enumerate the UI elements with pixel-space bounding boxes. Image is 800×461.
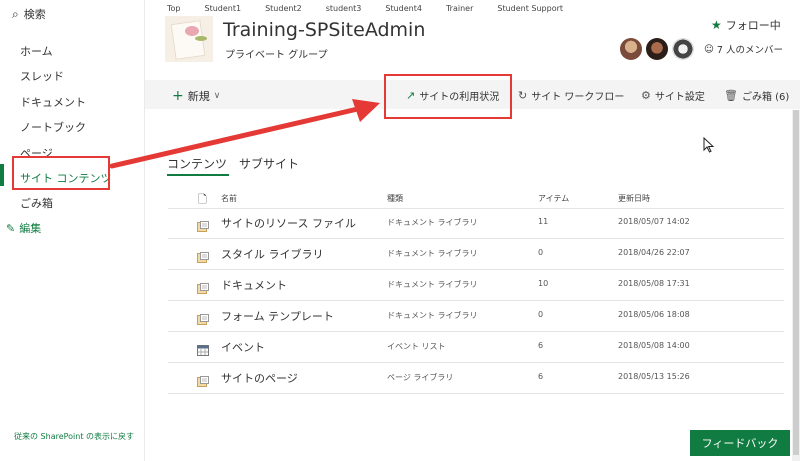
list-item-modified: 2018/05/06 18:08: [618, 310, 690, 319]
tab-selected-underline: [167, 174, 229, 176]
column-header-name[interactable]: 名前: [221, 193, 237, 204]
tab-contents[interactable]: コンテンツ: [167, 155, 227, 172]
row-divider: [168, 331, 784, 332]
scrollbar-thumb[interactable]: [793, 110, 799, 455]
row-divider: [168, 269, 784, 270]
library-icon: [197, 279, 209, 294]
library-icon: [197, 248, 209, 263]
calendar-icon: [197, 341, 209, 356]
row-divider: [168, 238, 784, 239]
nav-item-home[interactable]: ホーム: [20, 43, 53, 59]
search-box[interactable]: ⌕ 検索: [12, 6, 46, 22]
row-divider: [168, 393, 784, 394]
site-logo[interactable]: [165, 16, 213, 62]
follow-button[interactable]: ★ フォロー中: [711, 17, 781, 33]
list-item-count: 10: [538, 279, 549, 288]
library-icon: [197, 372, 209, 387]
nav-item-threads[interactable]: スレッド: [20, 68, 64, 84]
new-button[interactable]: + 新規 ∨: [172, 88, 220, 104]
list-item-count: 0: [538, 248, 544, 257]
column-header-modified[interactable]: 更新日時: [618, 193, 650, 204]
topnav-item[interactable]: student3: [326, 4, 362, 13]
annotation-highlight-site-usage: [384, 74, 512, 119]
list-item-name[interactable]: サイトのリソース ファイル: [221, 215, 356, 231]
nav-item-documents[interactable]: ドキュメント: [20, 94, 86, 110]
site-workflow-label: サイト ワークフロー: [531, 92, 625, 103]
list-item-name[interactable]: イベント: [221, 339, 265, 355]
list-item-name[interactable]: ドキュメント: [221, 277, 287, 293]
annotation-highlight-site-contents: [12, 156, 110, 190]
chevron-down-icon: ∨: [213, 91, 221, 101]
nav-selected-indicator: [0, 164, 4, 186]
list-item-modified: 2018/05/13 15:26: [618, 372, 690, 381]
list-item-count: 6: [538, 372, 544, 381]
list-item-modified: 2018/05/08 17:31: [618, 279, 690, 288]
row-divider: [168, 300, 784, 301]
library-icon: [197, 310, 209, 325]
list-item-name[interactable]: スタイル ライブラリ: [221, 246, 324, 262]
avatar[interactable]: [646, 38, 668, 60]
topnav-item[interactable]: Student4: [385, 4, 422, 13]
pencil-icon: ✎: [6, 221, 16, 235]
topnav-item[interactable]: Student Support: [497, 4, 563, 13]
list-item-type: ドキュメント ライブラリ: [387, 280, 478, 289]
person-icon: ☺: [704, 43, 714, 55]
search-label: 検索: [23, 8, 46, 21]
list-item-name[interactable]: サイトのページ: [221, 370, 298, 386]
new-label: 新規: [187, 90, 210, 103]
search-icon: ⌕: [12, 6, 19, 21]
site-workflow-button[interactable]: ↻ サイト ワークフロー: [518, 88, 624, 103]
topnav-item[interactable]: Top: [167, 4, 181, 13]
site-subtitle: プライベート グループ: [225, 50, 328, 61]
topnav-item[interactable]: Student2: [265, 4, 302, 13]
library-icon: [197, 217, 209, 232]
return-to-classic-link[interactable]: 従来の SharePoint の表示に戻す: [14, 432, 139, 442]
site-top-navigation: Top Student1 Student2 student3 Student4 …: [167, 4, 587, 13]
workflow-icon: ↻: [518, 89, 528, 102]
list-item-count: 6: [538, 341, 544, 350]
follow-label: フォロー中: [725, 19, 781, 32]
topnav-item[interactable]: Trainer: [446, 4, 473, 13]
site-title[interactable]: Training-SPSiteAdmin: [223, 19, 425, 41]
nav-item-recycle-bin[interactable]: ごみ箱: [20, 195, 53, 211]
list-item-count: 0: [538, 310, 544, 319]
edit-nav-link[interactable]: ✎ 編集: [6, 220, 41, 236]
list-item-name[interactable]: フォーム テンプレート: [221, 308, 334, 324]
site-settings-label: サイト設定: [654, 92, 705, 103]
plus-icon: +: [172, 87, 184, 104]
logo-flower: [185, 26, 199, 36]
avatar[interactable]: [620, 38, 642, 60]
column-header-type[interactable]: 種類: [387, 193, 403, 204]
mouse-cursor-icon: [703, 137, 715, 153]
list-item-type: ドキュメント ライブラリ: [387, 249, 478, 258]
left-navigation: ⌕ 検索 ホーム スレッド ドキュメント ノートブック ページ サイト コンテン…: [0, 0, 145, 461]
list-item-type: ドキュメント ライブラリ: [387, 311, 478, 320]
edit-label: 編集: [19, 222, 42, 235]
list-item-modified: 2018/05/08 14:00: [618, 341, 690, 350]
recycle-bin-label: ごみ箱 (6): [741, 92, 790, 103]
column-header-items[interactable]: アイテム: [538, 193, 569, 204]
star-icon: ★: [711, 18, 722, 32]
nav-item-notebook[interactable]: ノートブック: [20, 119, 86, 135]
trash-icon: 🗑︎: [724, 89, 738, 102]
feedback-button[interactable]: フィードバック: [690, 430, 790, 456]
list-item-type: イベント リスト: [387, 342, 446, 351]
gear-icon: ⚙: [641, 89, 651, 102]
header-divider: [168, 208, 784, 209]
members-link[interactable]: ☺ 7 人のメンバー: [704, 42, 783, 57]
topnav-item[interactable]: Student1: [205, 4, 242, 13]
row-divider: [168, 362, 784, 363]
tab-subsites[interactable]: サブサイト: [239, 155, 299, 172]
list-item-modified: 2018/04/26 22:07: [618, 248, 690, 257]
list-item-type: ページ ライブラリ: [387, 373, 454, 382]
site-settings-button[interactable]: ⚙ サイト設定: [641, 88, 705, 103]
list-item-type: ドキュメント ライブラリ: [387, 218, 478, 227]
avatar[interactable]: [672, 38, 694, 60]
recycle-bin-button[interactable]: 🗑︎ ごみ箱 (6): [724, 88, 789, 103]
logo-leaf: [195, 36, 207, 41]
member-avatars[interactable]: [620, 38, 694, 60]
list-item-count: 11: [538, 217, 549, 226]
list-item-modified: 2018/05/07 14:02: [618, 217, 690, 226]
members-label: 7 人のメンバー: [716, 45, 783, 56]
